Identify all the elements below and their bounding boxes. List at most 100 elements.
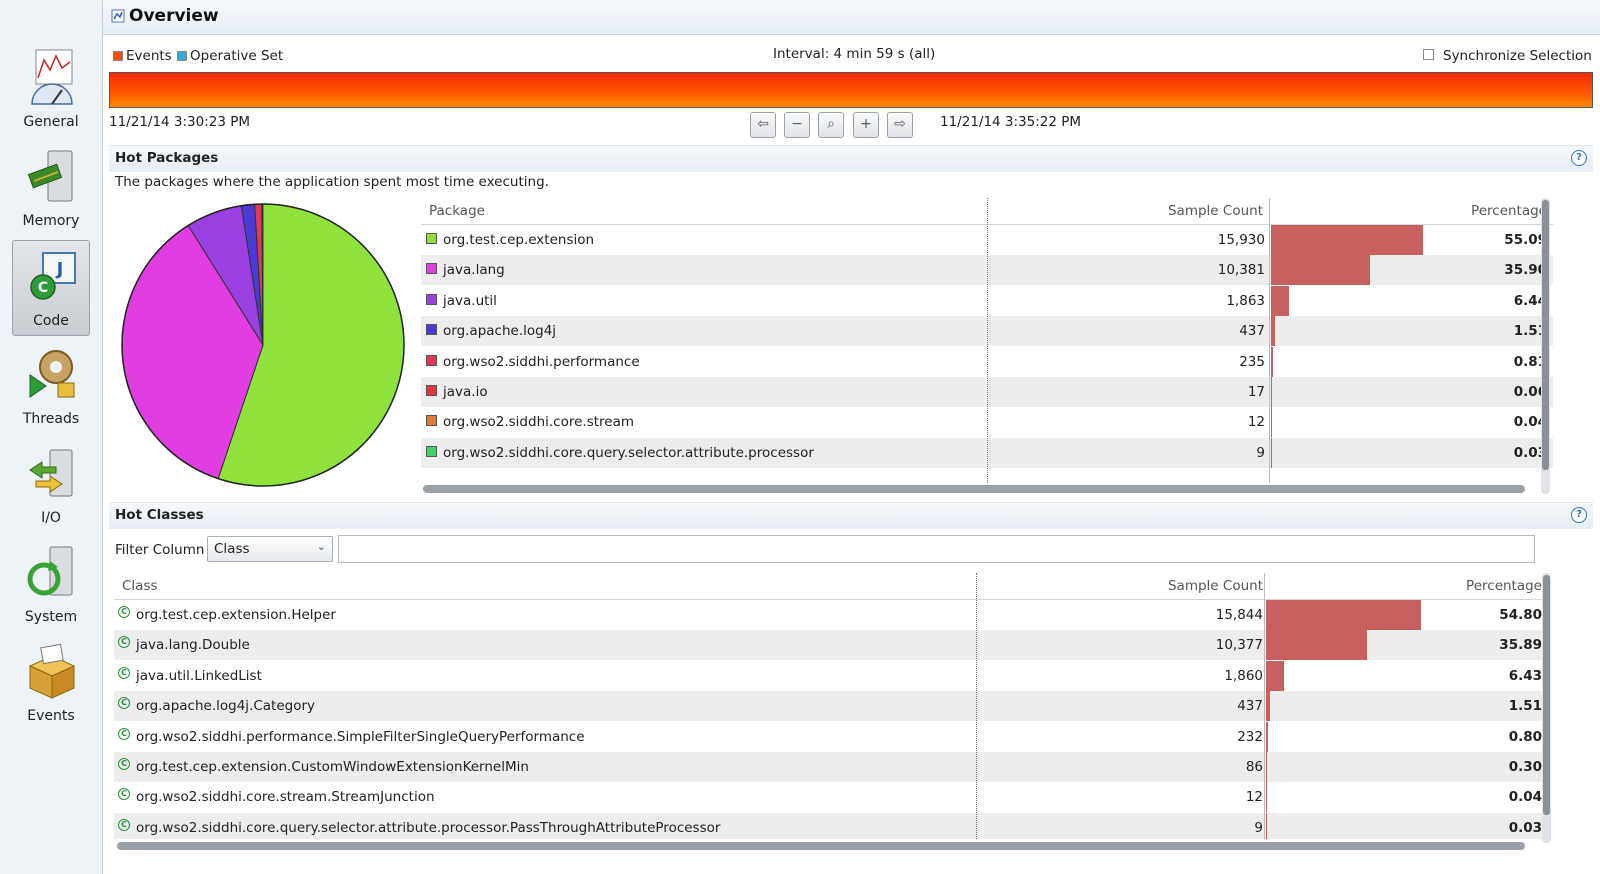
io-arrows-server-icon — [29, 449, 73, 497]
nav-memory[interactable]: Memory — [12, 141, 90, 237]
nav-system-label: System — [24, 609, 78, 625]
class-icon: C — [118, 697, 130, 710]
nav-threads[interactable]: Threads — [12, 339, 90, 435]
interval-label: Interval: 4 min 59 s (all) — [773, 46, 936, 62]
hot-packages-table: Package Sample Count Percentage org.test… — [421, 198, 1553, 483]
help-icon[interactable]: ? — [1571, 150, 1587, 166]
zoom-fit-icon: ⌕ — [827, 116, 835, 132]
help-icon[interactable]: ? — [1571, 507, 1587, 523]
class-row[interactable]: Cjava.util.LinkedList 1,860 6.43 — [114, 660, 1547, 691]
events-box-icon — [28, 643, 76, 699]
column-percentage[interactable]: Percentage — [1271, 203, 1547, 219]
synchronize-selection-checkbox[interactable] — [1423, 49, 1434, 60]
column-class[interactable]: Class — [122, 578, 158, 594]
nav-general-label: General — [23, 114, 79, 130]
package-percentage: 0.03 — [1513, 444, 1547, 461]
legend-events-swatch — [113, 51, 123, 61]
class-name: org.apache.log4j.Category — [136, 698, 316, 715]
threads-gear-lock-icon — [29, 350, 75, 398]
package-sample-count: 9 — [1256, 444, 1265, 461]
column-percentage[interactable]: Percentage — [1266, 578, 1542, 594]
filter-text-input[interactable] — [338, 535, 1535, 563]
hot-packages-title: Hot Packages — [115, 150, 219, 166]
package-sample-count: 15,930 — [1217, 232, 1265, 248]
svg-text:J: J — [55, 259, 64, 280]
class-row[interactable]: Cjava.lang.Double 10,377 35.89 — [114, 630, 1547, 661]
event-timeline-bar[interactable] — [109, 72, 1593, 108]
package-name: org.wso2.siddhi.core.stream — [443, 414, 635, 431]
class-percentage: 0.04 — [1508, 789, 1542, 806]
column-sample-count[interactable]: Sample Count — [976, 578, 1263, 594]
class-row[interactable]: Corg.apache.log4j.Category 437 1.51 — [114, 691, 1547, 722]
column-package[interactable]: Package — [429, 203, 485, 219]
class-sample-count: 10,377 — [1215, 637, 1263, 654]
nav-code-label: Code — [33, 313, 69, 329]
class-row[interactable]: Corg.test.cep.extension.CustomWindowExte… — [114, 752, 1547, 782]
class-icon: C — [118, 606, 130, 618]
legend-events-label: Events — [126, 48, 172, 64]
class-icon: C — [118, 666, 130, 679]
package-percentage: 0.06 — [1513, 384, 1547, 400]
package-color-swatch — [426, 385, 437, 396]
class-name: org.wso2.siddhi.core.stream.StreamJuncti… — [136, 789, 435, 806]
package-percentage: 1.51 — [1513, 323, 1547, 340]
hot-classes-vertical-scrollbar[interactable] — [1542, 573, 1551, 843]
nav-system[interactable]: System — [12, 537, 90, 633]
hot-packages-vertical-scrollbar[interactable] — [1541, 198, 1550, 494]
class-sample-count: 9 — [1254, 819, 1263, 836]
nav-events[interactable]: Events — [12, 636, 90, 732]
package-name: org.wso2.siddhi.performance — [443, 353, 640, 370]
legend-operative-set-label: Operative Set — [190, 48, 284, 64]
package-sample-count: 17 — [1247, 384, 1265, 400]
class-percentage: 6.43 — [1508, 667, 1542, 684]
class-row[interactable]: Corg.test.cep.extension.Helper 15,844 54.8… — [114, 600, 1547, 630]
range-end-time: 11/21/14 3:35:22 PM — [940, 114, 1082, 130]
class-row[interactable]: Corg.wso2.siddhi.performance.SimpleFilte… — [114, 721, 1547, 752]
scroll-right-button[interactable]: ⇨ — [887, 112, 913, 138]
scroll-thumb[interactable] — [1543, 575, 1550, 815]
class-name: org.test.cep.extension.CustomWindowExten… — [136, 759, 529, 775]
class-percentage: 0.80 — [1508, 728, 1542, 745]
class-row[interactable]: Corg.wso2.siddhi.core.query.selector.att… — [114, 812, 1547, 839]
hot-classes-title: Hot Classes — [115, 507, 204, 523]
title-bar: Overview — [103, 0, 1600, 35]
package-name: java.lang — [443, 262, 505, 279]
class-name: java.util.LinkedList — [136, 667, 262, 684]
nav-io[interactable]: I/O — [12, 438, 90, 534]
class-name: org.test.cep.extension.Helper — [136, 607, 336, 623]
filter-column-select[interactable]: Class ⌄ — [207, 536, 333, 562]
class-row[interactable]: Corg.wso2.siddhi.core.stream.StreamJunct… — [114, 782, 1547, 813]
class-icon: C — [118, 818, 130, 831]
package-percentage: 55.09 — [1504, 232, 1547, 248]
package-color-swatch — [426, 354, 437, 366]
class-percentage: 0.03 — [1508, 819, 1542, 836]
hot-classes-horizontal-scrollbar[interactable] — [117, 842, 1525, 850]
overview-icon — [111, 9, 125, 23]
zoom-out-icon: − — [791, 116, 803, 132]
zoom-in-button[interactable]: + — [853, 112, 879, 138]
scroll-thumb[interactable] — [1542, 200, 1549, 470]
class-sample-count: 12 — [1245, 789, 1263, 806]
zoom-all-button[interactable]: ⌕ — [818, 112, 844, 138]
nav-code[interactable]: J C Code — [12, 240, 90, 336]
hot-packages-pie-chart — [121, 203, 405, 487]
class-sample-count: 232 — [1237, 728, 1263, 745]
perspective-sidebar: General Memory J C Code Threads I/O Syst… — [0, 0, 103, 874]
package-color-swatch — [426, 233, 437, 244]
zoom-out-button[interactable]: − — [784, 112, 810, 138]
column-sample-count[interactable]: Sample Count — [991, 203, 1263, 219]
memory-server-icon — [27, 150, 73, 202]
hot-packages-description: The packages where the application spent… — [115, 174, 549, 190]
package-color-swatch — [426, 324, 437, 336]
package-color-swatch — [426, 415, 437, 427]
class-icon: C — [118, 636, 130, 649]
scroll-left-button[interactable]: ⇦ — [750, 112, 776, 138]
class-name: org.wso2.siddhi.core.query.selector.attr… — [136, 819, 721, 836]
nav-general[interactable]: General — [12, 42, 90, 138]
hot-classes-table-header: Class Sample Count Percentage — [114, 573, 1547, 600]
hot-packages-horizontal-scrollbar[interactable] — [423, 485, 1525, 493]
package-sample-count: 1,863 — [1226, 292, 1265, 309]
arrow-right-icon: ⇨ — [894, 116, 906, 132]
synchronize-selection-label[interactable]: Synchronize Selection — [1443, 48, 1592, 64]
package-name: org.test.cep.extension — [443, 232, 595, 248]
